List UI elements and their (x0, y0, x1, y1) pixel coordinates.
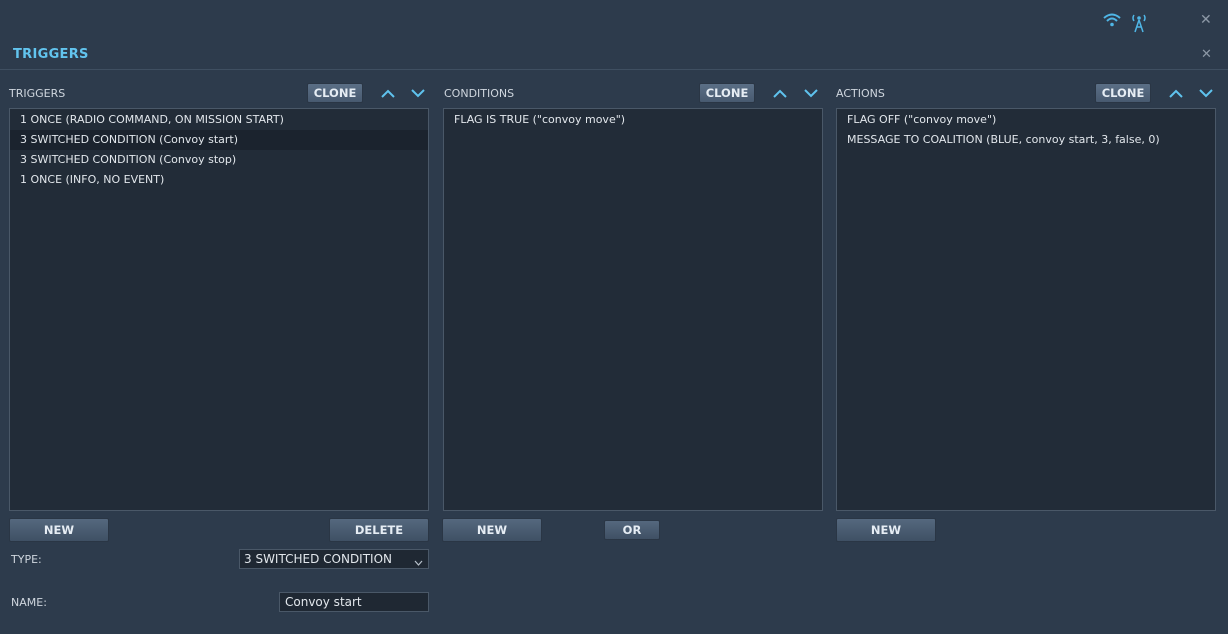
list-item[interactable]: 1 ONCE (RADIO COMMAND, ON MISSION START) (10, 110, 428, 130)
conditions-clone-button[interactable]: CLONE (699, 83, 755, 103)
type-select[interactable]: 3 SWITCHED CONDITION (239, 549, 429, 569)
triggers-delete-button[interactable]: DELETE (329, 518, 429, 542)
list-item[interactable]: FLAG OFF ("convoy move") (837, 110, 1215, 130)
actions-clone-button[interactable]: CLONE (1095, 83, 1151, 103)
triggers-new-button[interactable]: NEW (9, 518, 109, 542)
actions-move-up-icon[interactable] (1168, 86, 1184, 100)
triggers-move-up-icon[interactable] (380, 86, 396, 100)
list-item[interactable]: MESSAGE TO COALITION (BLUE, convoy start… (837, 130, 1215, 150)
conditions-move-down-icon[interactable] (803, 86, 819, 100)
conditions-new-button[interactable]: NEW (442, 518, 542, 542)
title-divider (0, 69, 1228, 70)
list-item[interactable]: 1 ONCE (INFO, NO EVENT) (10, 170, 428, 190)
triggers-list[interactable]: 1 ONCE (RADIO COMMAND, ON MISSION START)… (9, 108, 429, 511)
conditions-move-up-icon[interactable] (772, 86, 788, 100)
conditions-label: CONDITIONS (444, 87, 515, 100)
radio-tower-icon (1131, 11, 1147, 33)
triggers-label: TRIGGERS (9, 87, 66, 100)
list-item-selected[interactable]: 3 SWITCHED CONDITION (Convoy start) (10, 130, 428, 150)
chevron-down-icon (414, 555, 423, 569)
type-label: TYPE: (11, 553, 42, 566)
actions-list[interactable]: FLAG OFF ("convoy move") MESSAGE TO COAL… (836, 108, 1216, 511)
list-item[interactable]: FLAG IS TRUE ("convoy move") (444, 110, 822, 130)
type-select-value: 3 SWITCHED CONDITION (244, 552, 393, 566)
close-window-icon[interactable]: ✕ (1201, 47, 1212, 62)
conditions-list[interactable]: FLAG IS TRUE ("convoy move") (443, 108, 823, 511)
close-icon[interactable]: ✕ (1200, 12, 1212, 28)
triggers-move-down-icon[interactable] (410, 86, 426, 100)
actions-label: ACTIONS (836, 87, 885, 100)
name-label: NAME: (11, 596, 47, 609)
wifi-icon (1103, 13, 1121, 27)
conditions-or-button[interactable]: OR (604, 520, 660, 540)
triggers-clone-button[interactable]: CLONE (307, 83, 363, 103)
actions-new-button[interactable]: NEW (836, 518, 936, 542)
actions-move-down-icon[interactable] (1198, 86, 1214, 100)
list-item[interactable]: 3 SWITCHED CONDITION (Convoy stop) (10, 150, 428, 170)
name-input[interactable] (279, 592, 429, 612)
window-title: TRIGGERS (13, 47, 89, 62)
